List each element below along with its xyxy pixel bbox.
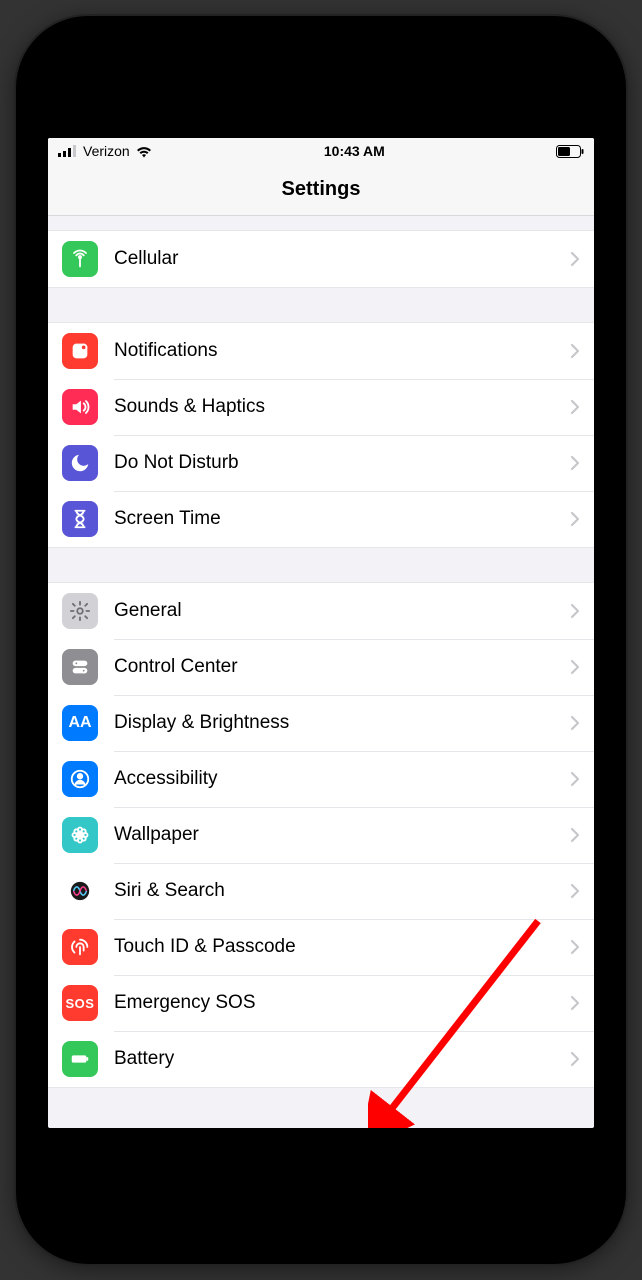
settings-row-accessibility[interactable]: Accessibility: [48, 751, 594, 807]
chevron-right-icon: [570, 603, 580, 619]
settings-row-label: Emergency SOS: [114, 992, 570, 1014]
settings-row-label: Accessibility: [114, 768, 570, 790]
chevron-right-icon: [570, 251, 580, 267]
settings-row-wallpaper[interactable]: Wallpaper: [48, 807, 594, 863]
carrier-label: Verizon: [83, 143, 130, 159]
signal-icon: [58, 145, 78, 157]
hourglass-icon: [62, 501, 98, 537]
chevron-right-icon: [570, 715, 580, 731]
settings-row-battery[interactable]: Battery: [48, 1031, 594, 1087]
settings-row-label: Touch ID & Passcode: [114, 936, 570, 958]
status-bar: Verizon 10:43 AM: [48, 138, 594, 164]
settings-row-label: Display & Brightness: [114, 712, 570, 734]
settings-row-general[interactable]: General: [48, 583, 594, 639]
settings-row-label: Sounds & Haptics: [114, 396, 570, 418]
gear-icon: [62, 593, 98, 629]
nav-bar: Settings: [48, 164, 594, 216]
settings-row-siri[interactable]: Siri & Search: [48, 863, 594, 919]
settings-row-screentime[interactable]: Screen Time: [48, 491, 594, 547]
status-time: 10:43 AM: [324, 143, 385, 159]
settings-group: Notifications Sounds & Haptics Do Not Dist…: [48, 322, 594, 548]
flower-icon: [62, 817, 98, 853]
person-icon: [62, 761, 98, 797]
chevron-right-icon: [570, 399, 580, 415]
settings-row-sos[interactable]: SOS Emergency SOS: [48, 975, 594, 1031]
settings-row-controlcenter[interactable]: Control Center: [48, 639, 594, 695]
moon-icon: [62, 445, 98, 481]
chevron-right-icon: [570, 343, 580, 359]
chevron-right-icon: [570, 939, 580, 955]
antenna-icon: [62, 241, 98, 277]
settings-row-label: General: [114, 600, 570, 622]
chevron-right-icon: [570, 511, 580, 527]
settings-row-label: Screen Time: [114, 508, 570, 530]
chevron-right-icon: [570, 827, 580, 843]
wifi-icon: [135, 145, 153, 158]
settings-group: General Control Center AA Display & Brightn…: [48, 582, 594, 1088]
fingerprint-icon: [62, 929, 98, 965]
siri-icon: [62, 873, 98, 909]
settings-row-cellular[interactable]: Cellular: [48, 231, 594, 287]
aa-icon: AA: [62, 705, 98, 741]
page-title: Settings: [282, 178, 361, 201]
chevron-right-icon: [570, 455, 580, 471]
settings-row-notifications[interactable]: Notifications: [48, 323, 594, 379]
settings-row-sounds[interactable]: Sounds & Haptics: [48, 379, 594, 435]
chevron-right-icon: [570, 1051, 580, 1067]
chevron-right-icon: [570, 659, 580, 675]
chevron-right-icon: [570, 995, 580, 1011]
screen: Verizon 10:43 AM Settings Cellular Notifi…: [48, 138, 594, 1128]
settings-list[interactable]: Cellular Notifications Sounds & Haptics Do …: [48, 216, 594, 1088]
toggles-icon: [62, 649, 98, 685]
settings-row-display[interactable]: AA Display & Brightness: [48, 695, 594, 751]
battery-icon: [556, 145, 584, 158]
settings-row-label: Do Not Disturb: [114, 452, 570, 474]
chevron-right-icon: [570, 883, 580, 899]
settings-row-label: Cellular: [114, 248, 570, 270]
settings-row-label: Battery: [114, 1048, 570, 1070]
chevron-right-icon: [570, 771, 580, 787]
settings-row-label: Notifications: [114, 340, 570, 362]
settings-row-label: Siri & Search: [114, 880, 570, 902]
settings-group: Cellular: [48, 230, 594, 288]
speaker-icon: [62, 389, 98, 425]
battery-icon: [62, 1041, 98, 1077]
settings-row-touchid[interactable]: Touch ID & Passcode: [48, 919, 594, 975]
settings-row-label: Control Center: [114, 656, 570, 678]
bell-icon: [62, 333, 98, 369]
settings-row-label: Wallpaper: [114, 824, 570, 846]
phone-device: Verizon 10:43 AM Settings Cellular Notifi…: [16, 16, 626, 1264]
sos-icon: SOS: [62, 985, 98, 1021]
settings-row-dnd[interactable]: Do Not Disturb: [48, 435, 594, 491]
